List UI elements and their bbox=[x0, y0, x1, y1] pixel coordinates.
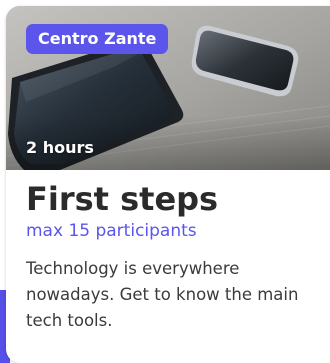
duration-label: 2 hours bbox=[26, 138, 94, 157]
provider-badge: Centro Zante bbox=[26, 24, 169, 54]
course-image: Centro Zante 2 hours bbox=[6, 6, 330, 170]
capacity-label: max 15 participants bbox=[26, 221, 197, 241]
course-card[interactable]: Centro Zante 2 hours First steps max 15 … bbox=[6, 6, 330, 363]
course-card-screen: Centro Zante 2 hours First steps max 15 … bbox=[0, 0, 330, 363]
course-description: Technology is everywhere nowadays. Get t… bbox=[26, 259, 299, 330]
course-details: First steps max 15 participants Technolo… bbox=[26, 178, 322, 334]
course-title[interactable]: First steps bbox=[26, 178, 322, 220]
